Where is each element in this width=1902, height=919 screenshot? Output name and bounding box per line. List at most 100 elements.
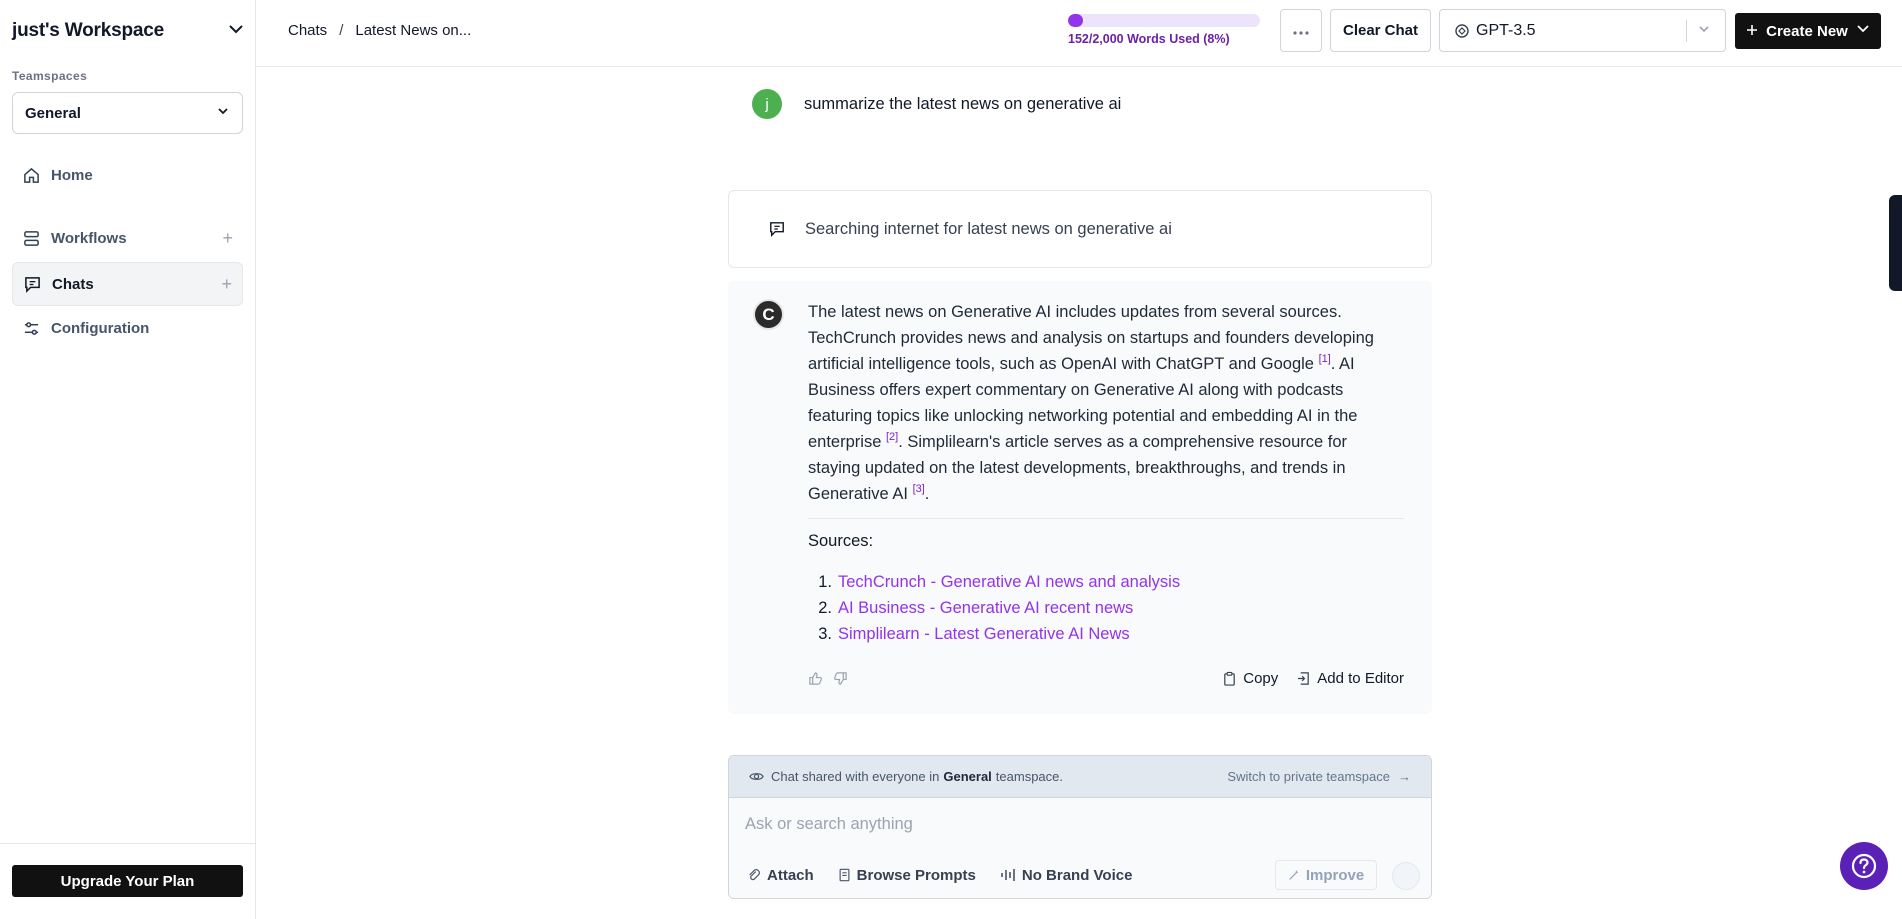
chevron-down-icon [228, 21, 244, 42]
ellipsis-icon [1292, 20, 1310, 41]
brand-voice-button[interactable]: No Brand Voice [1000, 866, 1133, 884]
model-selected: GPT-3.5 [1476, 21, 1536, 39]
thumbs-down-icon[interactable] [833, 671, 848, 686]
chat-icon [769, 221, 785, 237]
workflows-icon [22, 229, 40, 247]
question-mark-icon [1848, 850, 1880, 882]
workspace-switcher[interactable]: just's Workspace [12, 18, 244, 44]
list-item: 1. TechCrunch - Generative AI news and a… [808, 569, 1180, 595]
citation-2-link[interactable]: [2] [886, 431, 898, 443]
send-button[interactable] [1392, 862, 1420, 890]
model-select[interactable]: GPT-3.5 [1439, 9, 1726, 52]
attach-label: Attach [767, 866, 814, 884]
top-bar: Chats / Latest News on... 152/2,000 Word… [256, 0, 1902, 67]
chat-composer: Chat shared with everyone in General tea… [728, 755, 1432, 899]
source-number: 2. [818, 599, 832, 617]
list-item: 3. Simplilearn - Latest Generative AI Ne… [808, 621, 1180, 647]
improve-button[interactable]: Improve [1275, 860, 1377, 890]
sources-title: Sources: [808, 532, 874, 550]
add-workflow-icon[interactable]: + [222, 228, 233, 249]
sidebar-item-label: Chats [52, 275, 94, 293]
search-status-box: Searching internet for latest news on ge… [728, 190, 1432, 268]
breadcrumb: Chats / Latest News on... [288, 22, 471, 39]
brand-voice-label: No Brand Voice [1021, 866, 1133, 884]
sidebar-item-chats[interactable]: Chats + [12, 262, 243, 306]
improve-label: Improve [1305, 866, 1365, 884]
usage-text: 152/2,000 Words Used (8%) [1068, 32, 1230, 46]
copy-button[interactable]: Copy [1222, 670, 1278, 687]
chevron-down-icon [1856, 22, 1870, 40]
paperclip-icon [747, 868, 761, 882]
attach-button[interactable]: Attach [747, 867, 814, 884]
sidebar-item-label: Configuration [51, 319, 150, 337]
teamspace-select[interactable]: General [12, 92, 243, 134]
sidebar-item-label: Workflows [51, 229, 127, 247]
add-to-editor-button[interactable]: Add to Editor [1296, 670, 1404, 687]
answer-text-part: . [924, 485, 930, 503]
sources-list: 1. TechCrunch - Generative AI news and a… [808, 569, 1180, 647]
sidebar-item-workflows[interactable]: Workflows + [12, 216, 243, 260]
source-link[interactable]: TechCrunch - Generative AI news and anal… [838, 569, 1180, 595]
document-icon [838, 868, 851, 882]
sidebar-item-configuration[interactable]: Configuration [12, 306, 243, 350]
create-new-label: Create New [1766, 22, 1848, 40]
add-to-editor-label: Add to Editor [1317, 669, 1404, 687]
eye-icon [749, 769, 764, 784]
answer-text-part: The latest news on Generative AI include… [808, 303, 1374, 373]
breadcrumb-chats[interactable]: Chats [288, 22, 327, 39]
answer-text-part: . Simplilearn's article serves as a comp… [808, 433, 1348, 503]
answer-actions: Copy Add to Editor [808, 667, 1404, 689]
list-item: 2. AI Business - Generative AI recent ne… [808, 595, 1180, 621]
user-message-text: summarize the latest news on generative … [804, 94, 1122, 113]
sidebar: just's Workspace Teamspaces General Home… [0, 0, 256, 919]
chat-input[interactable]: Ask or search anything [729, 798, 1431, 850]
chevron-down-icon [216, 104, 230, 122]
chevron-down-icon[interactable] [1697, 22, 1711, 41]
teamspace-selected: General [25, 104, 81, 122]
side-panel-tab[interactable] [1889, 195, 1902, 291]
breadcrumb-separator: / [339, 22, 344, 39]
switch-private-link[interactable]: Switch to private teamspace → [1227, 769, 1411, 784]
share-prefix: Chat shared with everyone in [771, 769, 940, 784]
clear-chat-button[interactable]: Clear Chat [1330, 9, 1431, 52]
workspace-title: just's Workspace [12, 20, 164, 41]
switch-private-label: Switch to private teamspace [1227, 769, 1390, 784]
sliders-icon [22, 319, 40, 337]
arrow-right-icon: → [1398, 769, 1411, 784]
add-to-editor-icon [1296, 671, 1311, 686]
user-avatar: j [752, 89, 782, 119]
teamspaces-label: Teamspaces [12, 69, 88, 83]
answer-text: The latest news on Generative AI include… [808, 299, 1400, 507]
upgrade-plan-button[interactable]: Upgrade Your Plan [12, 865, 243, 897]
assistant-avatar: C [753, 299, 784, 330]
more-options-button[interactable] [1280, 9, 1322, 52]
citation-3-link[interactable]: [3] [913, 483, 925, 495]
source-number: 3. [818, 625, 832, 643]
clipboard-icon [1222, 671, 1237, 686]
select-divider [1686, 20, 1687, 42]
chat-icon [23, 275, 41, 293]
create-new-button[interactable]: Create New [1735, 13, 1881, 49]
word-usage-meter: 152/2,000 Words Used (8%) [1068, 14, 1264, 46]
source-number: 1. [818, 573, 832, 591]
user-message: j summarize the latest news on generativ… [752, 89, 1121, 119]
source-link[interactable]: Simplilearn - Latest Generative AI News [838, 621, 1130, 647]
search-status-text: Searching internet for latest news on ge… [805, 219, 1172, 238]
add-chat-icon[interactable]: + [221, 274, 232, 295]
magic-wand-icon [1288, 869, 1300, 881]
help-button[interactable] [1840, 842, 1888, 890]
browse-prompts-label: Browse Prompts [856, 866, 976, 884]
plus-icon [1746, 23, 1758, 40]
thumbs-up-icon[interactable] [808, 671, 823, 686]
answer-divider [808, 518, 1404, 519]
breadcrumb-current: Latest News on... [355, 22, 472, 39]
openai-icon [1454, 23, 1470, 39]
share-teamspace: General [943, 769, 992, 784]
sidebar-item-home[interactable]: Home [12, 153, 243, 197]
composer-toolbar: Attach Browse Prompts No Brand Voice Imp… [729, 850, 1431, 898]
sidebar-divider [0, 843, 256, 844]
sidebar-item-label: Home [51, 166, 93, 184]
citation-1-link[interactable]: [1] [1319, 353, 1331, 365]
browse-prompts-button[interactable]: Browse Prompts [838, 867, 976, 884]
source-link[interactable]: AI Business - Generative AI recent news [838, 595, 1133, 621]
